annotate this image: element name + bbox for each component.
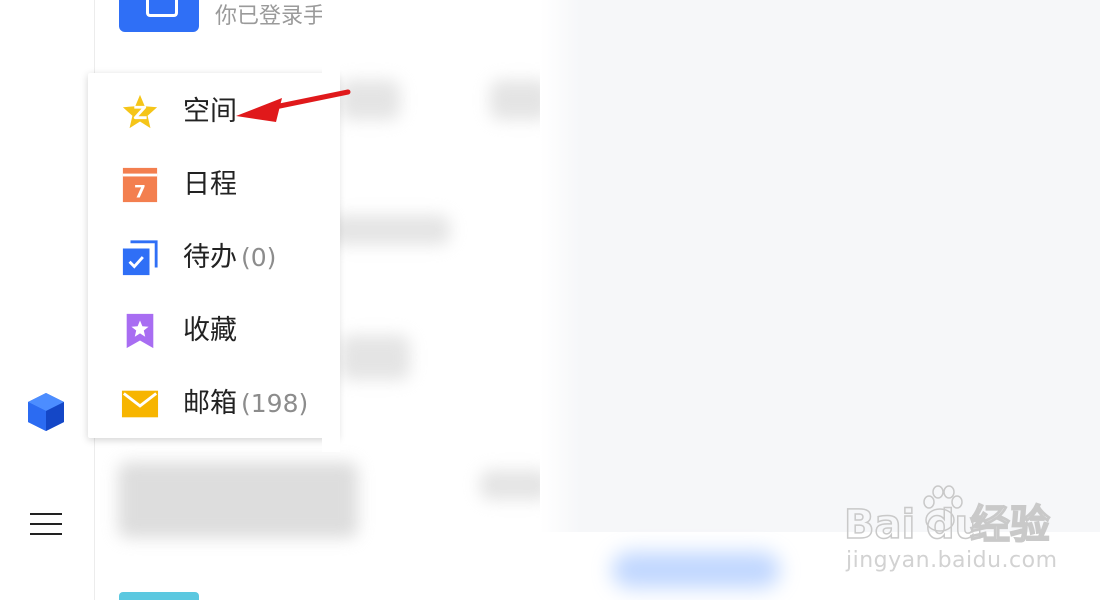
- app-logo-cube-icon[interactable]: [27, 392, 65, 432]
- blurred-item: [330, 215, 450, 245]
- menu-hamburger-icon[interactable]: [30, 513, 62, 535]
- blurred-button[interactable]: [612, 552, 780, 588]
- bookmark-star-icon: [126, 313, 154, 349]
- reading-pane: [540, 0, 1100, 532]
- menu-label-mail: 邮箱: [183, 388, 237, 419]
- baidu-watermark-logo: Bai du 经验: [843, 485, 1051, 548]
- svg-text:经验: 经验: [970, 502, 1050, 548]
- menu-label-calendar: 日程: [183, 169, 237, 200]
- login-status-text: 你已登录手: [215, 4, 322, 29]
- calendar-icon: 7: [122, 167, 158, 202]
- mail-icon: [121, 390, 159, 418]
- todo-count: (0): [241, 243, 277, 272]
- annotation-arrow-icon: [236, 89, 351, 122]
- svg-text:Bai: Bai: [844, 502, 915, 548]
- account-badge-icon[interactable]: [119, 0, 199, 32]
- menu-item-mail[interactable]: 邮箱 (198): [88, 373, 322, 433]
- todo-check-icon: [122, 240, 158, 276]
- menu-label-space: 空间: [183, 96, 237, 127]
- watermark-url: jingyan.baidu.com: [846, 548, 1058, 573]
- menu-item-todo[interactable]: 待办 (0): [88, 227, 322, 287]
- mail-count: (198): [241, 389, 309, 418]
- menu-item-favorites[interactable]: 收藏: [88, 300, 322, 360]
- teal-tile: [119, 592, 199, 600]
- menu-label-todo: 待办: [183, 242, 237, 273]
- menu-label-favorites: 收藏: [183, 315, 237, 346]
- qzone-star-icon: [122, 94, 158, 129]
- menu-item-calendar[interactable]: 7 日程: [88, 154, 322, 214]
- blurred-item: [118, 462, 358, 538]
- blurred-item: [340, 335, 410, 380]
- calendar-day-number: 7: [134, 182, 146, 202]
- left-rail: [0, 0, 95, 600]
